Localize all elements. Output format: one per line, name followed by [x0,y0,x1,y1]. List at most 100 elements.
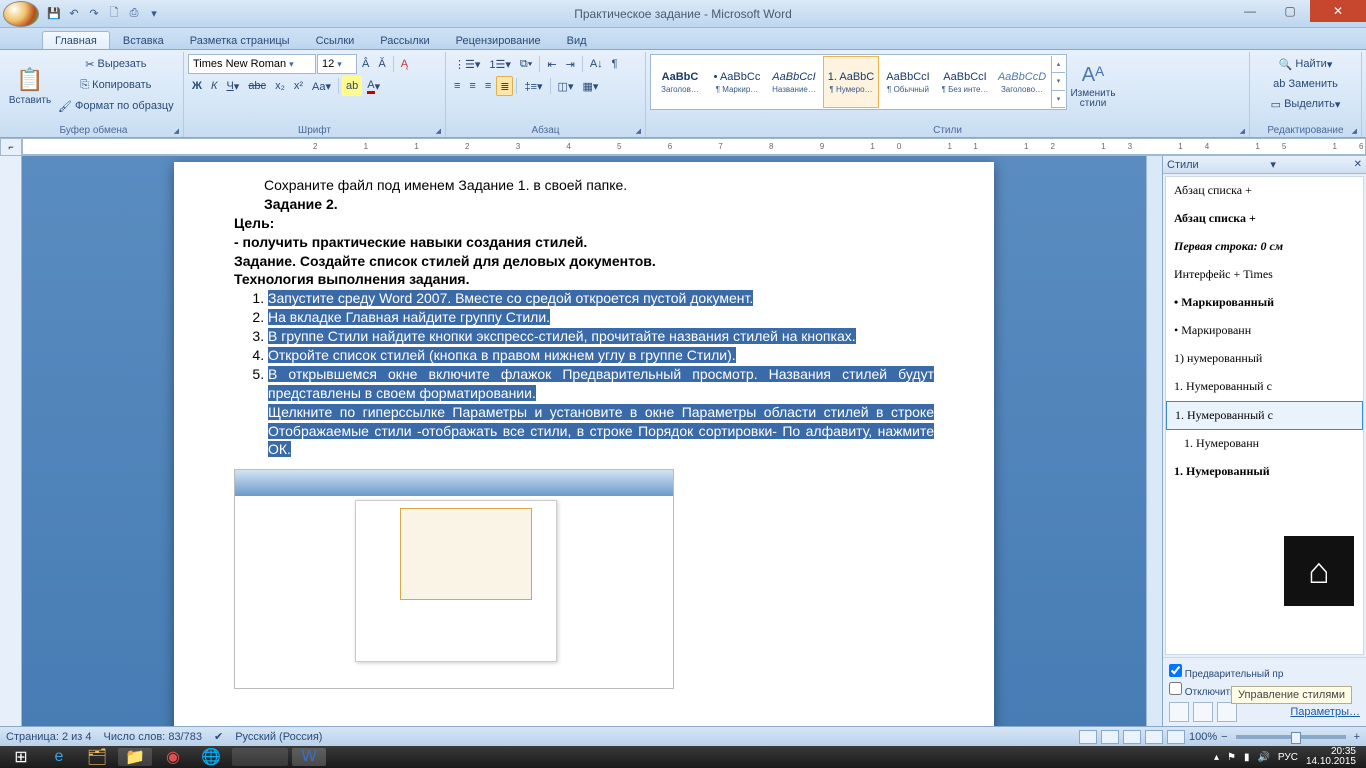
style-entry[interactable]: 1. Нумерованный [1166,458,1363,486]
bold-button[interactable]: Ж [188,76,206,96]
style-gallery[interactable]: AaBbCЗаголов… • AaBbCc¶ Маркир… AaBbCcIН… [650,54,1067,110]
spell-check-icon[interactable]: ✔ [214,730,223,743]
style-entry[interactable]: 1. Нумерованный с [1166,373,1363,401]
align-left-button[interactable]: ≡ [450,76,464,96]
qat-new-icon[interactable]: 🗋 [105,5,123,23]
print-layout-view[interactable] [1079,730,1097,744]
qat-redo-icon[interactable]: ↷ [85,5,103,23]
shading-button[interactable]: ◫▾ [554,76,578,96]
tray-volume-icon[interactable]: 🔊 [1257,752,1269,763]
line-spacing-button[interactable]: ‡≡▾ [520,76,546,96]
office-button[interactable] [3,1,39,27]
pane-close-icon[interactable]: ✕ [1354,159,1362,170]
indent-button[interactable]: ⇥ [562,54,579,74]
strike-button[interactable]: abc [244,76,270,96]
zoom-in-button[interactable]: + [1354,731,1360,743]
italic-button[interactable]: К [207,76,221,96]
maximize-button[interactable]: ▢ [1270,0,1310,22]
tray-clock[interactable]: 20:3514.10.2015 [1306,747,1356,767]
cut-button[interactable]: ✂ Вырезать [54,54,178,74]
taskbar-thumb1[interactable] [232,748,288,766]
taskbar-app-icon[interactable]: ◉ [156,748,190,766]
manage-styles-icon[interactable] [1217,702,1237,722]
start-button[interactable]: ⊞ [4,748,38,766]
style-title[interactable]: AaBbCcIНазвание… [766,56,822,108]
taskbar-chrome-icon[interactable]: 🌐 [194,748,228,766]
ruler-toggle[interactable]: ⌐ [0,138,22,156]
taskbar-ie-icon[interactable]: e [42,748,76,766]
borders-button[interactable]: ▦▾ [578,76,602,96]
close-button[interactable]: ✕ [1310,0,1366,22]
tab-home[interactable]: Главная [42,31,110,49]
subscript-button[interactable]: x₂ [271,76,289,96]
tray-language[interactable]: РУС [1278,752,1298,763]
select-button[interactable]: ▭ Выделить▾ [1254,94,1357,114]
tray-flag-icon[interactable]: ⚑ [1227,752,1236,763]
taskbar-folder-icon[interactable]: 📁 [118,748,152,766]
zoom-out-button[interactable]: − [1221,731,1227,743]
font-size-combo[interactable]: 12 [317,54,357,74]
language-status[interactable]: Русский (Россия) [235,731,322,743]
style-normal[interactable]: AaBbCcI¶ Обычный [880,56,936,108]
font-color-button[interactable]: A▾ [363,76,384,96]
superscript-button[interactable]: x² [290,76,307,96]
style-entry[interactable]: Первая строка: 0 см [1166,233,1363,261]
highlight-button[interactable]: ab [342,76,362,96]
style-entry[interactable]: 1. Нумерованный с [1166,401,1363,430]
qat-print-icon[interactable]: ⎙ [125,5,143,23]
style-heading2[interactable]: AaBbCcDЗаголово… [994,56,1050,108]
bullets-button[interactable]: ⋮☰▾ [450,54,484,74]
style-numbered[interactable]: 1. AaBbC¶ Нумеро… [823,56,879,108]
find-button[interactable]: 🔍 Найти▾ [1254,54,1357,74]
tab-layout[interactable]: Разметка страницы [177,31,303,49]
taskbar-word-icon[interactable]: W [292,748,326,766]
qat-customize-icon[interactable]: ▾ [145,5,163,23]
tab-view[interactable]: Вид [554,31,600,49]
multilevel-button[interactable]: ⧉▾ [516,54,536,74]
replace-button[interactable]: ab Заменить [1254,74,1357,94]
underline-button[interactable]: Ч▾ [222,76,243,96]
shrink-font-button[interactable]: Ă [374,54,389,74]
style-entry[interactable]: • Маркированн [1166,317,1363,345]
tab-references[interactable]: Ссылки [303,31,368,49]
font-name-combo[interactable]: Times New Roman [188,54,316,74]
zoom-slider[interactable] [1236,735,1346,739]
numbering-button[interactable]: 1☰▾ [485,54,515,74]
style-inspector-icon[interactable] [1193,702,1213,722]
zoom-percent[interactable]: 100% [1189,731,1217,743]
taskbar-explorer-icon[interactable]: 🗂 [80,748,114,766]
word-count[interactable]: Число слов: 83/783 [104,731,202,743]
style-entry[interactable]: 1) нумерованный [1166,345,1363,373]
tab-mailings[interactable]: Рассылки [367,31,442,49]
options-link[interactable]: Параметры… [1290,706,1360,718]
qat-undo-icon[interactable]: ↶ [65,5,83,23]
gallery-scroll[interactable]: ▴▾▾ [1051,56,1065,108]
tray-up-icon[interactable]: ▴ [1214,752,1219,763]
document-viewport[interactable]: Сохраните файл под именем Задание 1. в с… [22,156,1146,726]
horizontal-ruler[interactable]: 2 1 1 2 3 4 5 6 7 8 9 10 11 12 13 14 15 … [22,138,1366,155]
style-entry[interactable]: 1. Нумерованн [1166,430,1363,458]
show-marks-button[interactable]: ¶ [608,54,622,74]
justify-button[interactable]: ≣ [496,76,513,96]
pane-dropdown-icon[interactable]: ▾ [1270,158,1276,171]
page-status[interactable]: Страница: 2 из 4 [6,731,92,743]
windows-share-charm[interactable]: ⌂ [1284,536,1354,606]
tab-review[interactable]: Рецензирование [443,31,554,49]
vertical-ruler[interactable] [0,156,22,726]
style-heading[interactable]: AaBbCЗаголов… [652,56,708,108]
draft-view[interactable] [1167,730,1185,744]
outdent-button[interactable]: ⇤ [543,54,560,74]
new-style-icon[interactable] [1169,702,1189,722]
sort-button[interactable]: A↓ [586,54,607,74]
document-page[interactable]: Сохраните файл под именем Задание 1. в с… [174,162,994,726]
web-layout-view[interactable] [1123,730,1141,744]
paste-button[interactable]: 📋 Вставить [8,54,52,118]
style-nospacing[interactable]: AaBbCcI¶ Без инте… [937,56,993,108]
style-entry[interactable]: Интерфейс + Times [1166,261,1363,289]
qat-save-icon[interactable]: 💾 [45,5,63,23]
change-styles-button[interactable]: Aᴬ Изменить стили [1071,54,1115,118]
outline-view[interactable] [1145,730,1163,744]
tray-network-icon[interactable]: ▮ [1244,752,1250,763]
align-right-button[interactable]: ≡ [481,76,495,96]
preview-checkbox[interactable]: Предварительный пр [1169,664,1360,680]
